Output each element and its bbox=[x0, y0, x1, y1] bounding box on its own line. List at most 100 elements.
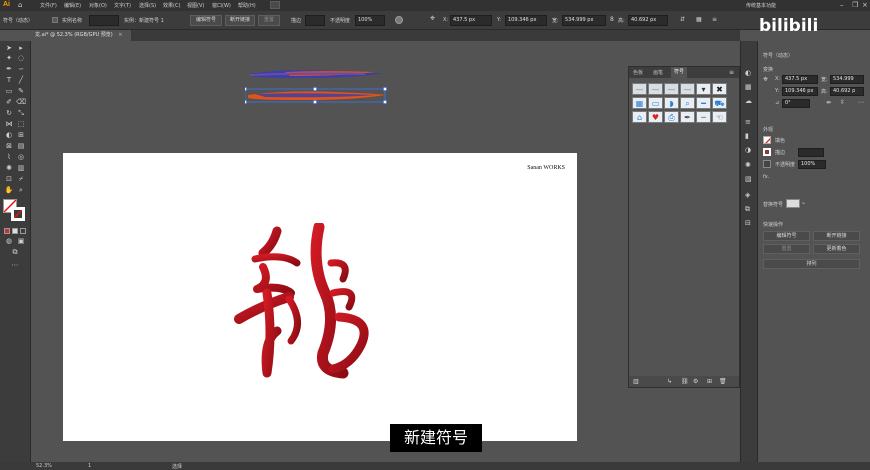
recolor-icon[interactable] bbox=[395, 16, 403, 24]
home-symbol[interactable]: ⌂ bbox=[632, 111, 647, 123]
brush-stroke-symbol-2[interactable] bbox=[248, 91, 385, 100]
appearance-panel-icon[interactable]: ✺ bbox=[745, 161, 751, 169]
pen-tool-icon[interactable]: ✒ bbox=[4, 65, 14, 73]
selection-handle[interactable] bbox=[245, 100, 247, 104]
scale-tool-icon[interactable]: ⤡ bbox=[16, 109, 26, 117]
slice-tool-icon[interactable]: ⌿ bbox=[16, 175, 26, 183]
width-field[interactable]: 534.999 px bbox=[562, 15, 606, 26]
x-field[interactable]: 437.5 px bbox=[450, 15, 492, 26]
gradient-panel-icon[interactable]: ▮ bbox=[745, 132, 749, 140]
lasso-tool-icon[interactable]: ◌ bbox=[16, 54, 26, 62]
stroke-swatch[interactable] bbox=[11, 207, 25, 221]
edit-symbol-button[interactable]: 编辑符号 bbox=[763, 231, 810, 241]
selection-tool-icon[interactable]: ➤ bbox=[4, 44, 14, 52]
tab-brushes[interactable]: 画笔 bbox=[653, 69, 663, 76]
color-panel-icon[interactable]: ◐ bbox=[745, 69, 751, 77]
instance-name-input[interactable] bbox=[89, 15, 119, 26]
artboard[interactable]: Sanan WORKS bbox=[63, 153, 577, 441]
props-x-field[interactable]: 437.5 px bbox=[782, 75, 818, 84]
rss-symbol[interactable]: ◗ bbox=[664, 97, 679, 109]
color-guide-icon[interactable]: ▦ bbox=[745, 83, 752, 91]
fx-button[interactable]: fx. bbox=[763, 174, 769, 180]
delete-symbol-icon[interactable]: 🗑 bbox=[719, 378, 727, 385]
asset-export-icon[interactable]: ⊟ bbox=[745, 219, 751, 227]
printer-symbol[interactable]: ⎙ bbox=[664, 111, 679, 123]
break-link-button[interactable]: 断开链接 bbox=[813, 231, 860, 241]
width-tool-icon[interactable]: ⋈ bbox=[4, 120, 14, 128]
arrange-button[interactable]: 排列 bbox=[763, 259, 860, 269]
type-tool-icon[interactable]: T bbox=[4, 76, 14, 84]
dropdown-symbol[interactable]: ▾ bbox=[696, 83, 711, 95]
layers-panel-icon[interactable]: ◈ bbox=[745, 191, 750, 199]
gradient-tool-icon[interactable]: ▤ bbox=[16, 142, 26, 150]
props-opacity-field[interactable]: 100% bbox=[798, 160, 826, 169]
chevron-down-icon[interactable]: ⌄ bbox=[801, 199, 806, 206]
zoom-tool-icon[interactable]: ⌕ bbox=[16, 186, 26, 194]
selection-handle[interactable] bbox=[245, 87, 247, 91]
direct-selection-tool-icon[interactable]: ▸ bbox=[16, 44, 26, 52]
selection-handle[interactable] bbox=[383, 100, 387, 104]
isolate-icon[interactable]: ▦ bbox=[696, 16, 702, 23]
close-icon[interactable]: × bbox=[862, 1, 868, 9]
replace-symbol-dropdown[interactable] bbox=[786, 199, 800, 208]
minus-symbol[interactable]: ━ bbox=[696, 97, 711, 109]
brush-stroke-1[interactable]: — bbox=[632, 83, 647, 95]
hand-symbol[interactable]: ☜ bbox=[712, 111, 727, 123]
screen-mode-icon[interactable]: ▣ bbox=[16, 237, 26, 245]
stroke-weight-field[interactable] bbox=[798, 148, 824, 157]
reset-button[interactable]: 重置 bbox=[258, 15, 280, 26]
reset-color-button[interactable]: 更新着色 bbox=[813, 244, 860, 254]
document-tab[interactable]: 龙.ai* @ 52.3% (RGB/GPU 预览) × bbox=[31, 30, 131, 41]
magic-wand-tool-icon[interactable]: ✦ bbox=[4, 54, 14, 62]
brush-stroke-4[interactable]: — bbox=[680, 83, 695, 95]
line-tool-icon[interactable]: ╱ bbox=[16, 76, 26, 84]
change-screen-mode-icon[interactable]: ⧉ bbox=[10, 248, 20, 256]
reference-point-icon[interactable]: ⌖ bbox=[763, 75, 768, 85]
column-graph-tool-icon[interactable]: ▥ bbox=[16, 164, 26, 172]
edit-toolbar-icon[interactable]: ⋯ bbox=[10, 261, 20, 269]
free-transform-tool-icon[interactable]: ⬚ bbox=[16, 120, 26, 128]
minimize-icon[interactable]: – bbox=[840, 1, 844, 9]
panel-menu-icon[interactable]: ≡ bbox=[729, 69, 734, 76]
break-link-icon[interactable]: ⛓ bbox=[681, 378, 689, 385]
menu-item-object[interactable]: 对象(O) bbox=[89, 2, 107, 9]
close-symbol[interactable]: ✖ bbox=[712, 83, 727, 95]
props-y-field[interactable]: 109.346 px bbox=[782, 87, 818, 96]
libraries-icon[interactable]: ☁ bbox=[745, 97, 752, 105]
stroke-weight-field[interactable] bbox=[305, 15, 325, 26]
menu-item-file[interactable]: 文件(F) bbox=[40, 2, 57, 9]
rectangle-tool-icon[interactable]: ▭ bbox=[4, 87, 14, 95]
cart-symbol[interactable]: ⛟ bbox=[712, 97, 727, 109]
zoom-level[interactable]: 52.3% bbox=[36, 463, 52, 469]
menu-item-view[interactable]: 视图(V) bbox=[187, 2, 204, 9]
draw-mode-icon[interactable]: ◍ bbox=[4, 237, 14, 245]
rotate-tool-icon[interactable]: ↻ bbox=[4, 109, 14, 117]
flip-vertical-icon[interactable]: ⇳ bbox=[840, 99, 845, 106]
flip-horizontal-icon[interactable]: ⇹ bbox=[826, 99, 831, 106]
curvature-tool-icon[interactable]: ∽ bbox=[16, 65, 26, 73]
menu-item-window[interactable]: 窗口(W) bbox=[212, 2, 231, 9]
reference-point-icon[interactable]: ⌖ bbox=[430, 14, 435, 24]
props-angle-field[interactable]: 0° bbox=[782, 99, 810, 108]
selection-handle[interactable] bbox=[313, 87, 317, 91]
shape-builder-tool-icon[interactable]: ◐ bbox=[4, 131, 14, 139]
pen-symbol[interactable]: ✒ bbox=[680, 111, 695, 123]
restore-icon[interactable]: ❐ bbox=[852, 1, 858, 9]
more-transform-icon[interactable]: ⋯ bbox=[858, 99, 864, 106]
color-mode-icon[interactable] bbox=[4, 228, 10, 234]
magnifier-symbol[interactable]: ⌕ bbox=[680, 97, 695, 109]
artboard-number[interactable]: 1 bbox=[88, 463, 91, 469]
stroke-none-swatch[interactable] bbox=[763, 148, 771, 156]
hand-tool-icon[interactable]: ✋ bbox=[4, 186, 14, 194]
eyedropper-tool-icon[interactable]: ⌇ bbox=[4, 153, 14, 161]
shaper-tool-icon[interactable]: ✐ bbox=[4, 98, 14, 106]
transparency-panel-icon[interactable]: ◑ bbox=[745, 146, 751, 154]
props-width-field[interactable]: 534.999 bbox=[830, 75, 864, 84]
more-options-icon[interactable]: ≡ bbox=[712, 16, 717, 23]
break-link-button[interactable]: 断开链接 bbox=[225, 15, 255, 26]
home-icon[interactable]: ⌂ bbox=[18, 1, 22, 9]
tab-symbols[interactable]: 符号 bbox=[671, 67, 688, 78]
brush-stroke-3[interactable]: — bbox=[664, 83, 679, 95]
place-symbol-icon[interactable]: ↳ bbox=[667, 378, 672, 385]
symbol-options-icon[interactable]: ⚙ bbox=[693, 378, 698, 385]
